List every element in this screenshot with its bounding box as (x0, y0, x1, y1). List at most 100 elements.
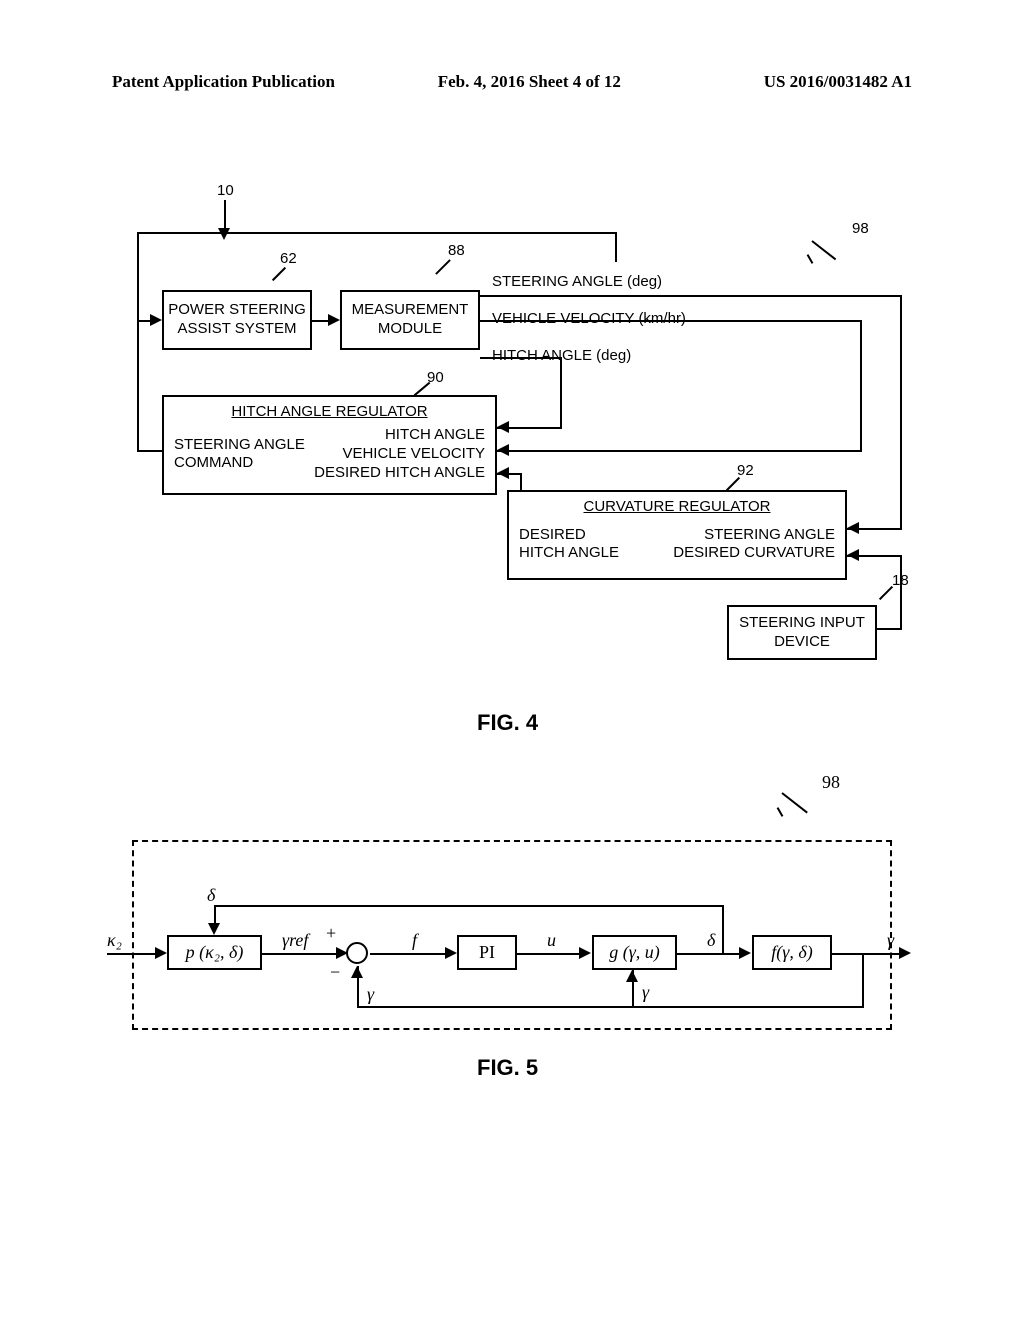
fig5-label-98: 98 (822, 772, 840, 793)
trunk-velocity (860, 320, 862, 452)
ps-line1: POWER STEERING (168, 301, 306, 320)
delta-right-v (722, 905, 724, 955)
delta-top-label: δ (207, 885, 215, 906)
ps-line2: ASSIST SYSTEM (178, 320, 297, 339)
pi-to-g (517, 953, 579, 955)
delta-top-v (214, 905, 216, 925)
curvature-regulator-box: CURVATURE REGULATOR DESIRED HITCH ANGLE … (507, 490, 847, 580)
sid-line1: STEERING INPUT (739, 614, 865, 633)
cmd-out-v (137, 232, 139, 452)
lead-92-line (726, 477, 740, 491)
hitch-reg-title: HITCH ANGLE REGULATOR (231, 403, 427, 420)
gammaref-label: γref (282, 930, 308, 951)
fig5-caption: FIG. 5 (477, 1055, 538, 1081)
cmd-out-h (137, 450, 162, 452)
cmd-into-ps-arrow (150, 314, 162, 326)
figure-5: 98 p (κ₂, δ) PI g (γ, u) f(γ, δ) κ₂ δ γr… (112, 780, 912, 1080)
u-label: u (547, 930, 556, 951)
minus-label: − (330, 962, 340, 983)
header-center: Feb. 4, 2016 Sheet 4 of 12 (438, 72, 621, 92)
p-to-sum (262, 953, 338, 955)
mm-line2: MODULE (378, 320, 442, 339)
g-to-f (677, 953, 740, 955)
k2-arrow (155, 947, 167, 959)
hitch-left-1: STEERING ANGLE (174, 436, 305, 455)
ps-to-mm-line (312, 320, 329, 322)
pi-to-g-arrow (579, 947, 591, 959)
gamma-fb-g-arrow (626, 970, 638, 982)
sid-line2: DEVICE (774, 633, 830, 652)
gamma-fb-h (357, 1006, 864, 1008)
hitch-angle-regulator-box: HITCH ANGLE REGULATOR STEERING ANGLE COM… (162, 395, 497, 495)
pi-controller-box: PI (457, 935, 517, 970)
f-function-box: f(γ, δ) (752, 935, 832, 970)
curv-title: CURVATURE REGULATOR (584, 498, 771, 515)
curv-left-2: HITCH ANGLE (519, 544, 619, 563)
fig4-caption: FIG. 4 (477, 710, 538, 736)
delta-top-h (214, 905, 724, 907)
f-label: f(γ, δ) (771, 942, 812, 963)
gamma-fb-sum-arrow (351, 966, 363, 978)
label-98: 98 (852, 220, 869, 237)
mm-out-1 (480, 295, 902, 297)
delta-mid-label: δ (707, 930, 715, 951)
gamma-fb-g-label: γ (642, 982, 649, 1003)
mm-out-2 (480, 320, 862, 322)
lead-88-line (435, 259, 451, 275)
sid-out (877, 628, 902, 630)
fig5-lead-98 (781, 792, 807, 813)
p-function-box: p (κ₂, δ) (167, 935, 262, 970)
lead-98-tick (807, 254, 814, 264)
curv-left-1: DESIRED (519, 526, 619, 545)
hitch-right-2: VEHICLE VELOCITY (314, 445, 485, 464)
g-function-box: g (γ, u) (592, 935, 677, 970)
g-label: g (γ, u) (609, 942, 660, 963)
fig5-lead-98-tick (777, 807, 784, 817)
curv-in-desired-arrow (847, 549, 859, 561)
summing-junction (346, 942, 368, 964)
trunk-hitch (560, 357, 562, 427)
label-88: 88 (448, 242, 465, 259)
hitch-in-3-arrow (497, 467, 509, 479)
delta-top-arrow (208, 923, 220, 935)
sum-to-pi (370, 953, 446, 955)
meas-out-steering: STEERING ANGLE (deg) (492, 273, 662, 290)
cmd-into-ps (137, 320, 151, 322)
sid-out-v (900, 605, 902, 630)
lead-98-line (811, 240, 836, 260)
k2-line (107, 953, 157, 955)
label-10: 10 (217, 182, 234, 199)
plus-label: + (326, 923, 336, 944)
hitch-left-2: COMMAND (174, 454, 305, 473)
measurement-module-box: MEASUREMENT MODULE (340, 290, 480, 350)
cmd-out-top (137, 232, 617, 234)
trunk-steering (900, 295, 902, 530)
curv-right-2: DESIRED CURVATURE (673, 544, 835, 563)
gamma-fb-sum-label: γ (367, 984, 374, 1005)
g-to-f-arrow (739, 947, 751, 959)
label-62: 62 (280, 250, 297, 267)
k2-label: κ₂ (107, 930, 122, 951)
label-18: 18 (892, 572, 909, 589)
meas-out-velocity: VEHICLE VELOCITY (km/hr) (492, 310, 686, 327)
curv-right-1: STEERING ANGLE (673, 526, 835, 545)
header-right: US 2016/0031482 A1 (764, 72, 912, 92)
patent-page-header: Patent Application Publication Feb. 4, 2… (112, 72, 912, 92)
gamma-out-label: γ (887, 930, 894, 951)
mm-out-3 (480, 357, 562, 359)
gamma-fb-v1 (862, 953, 864, 1008)
p-label: p (κ₂, δ) (186, 942, 244, 963)
mm-line1: MEASUREMENT (352, 301, 469, 320)
power-steering-box: POWER STEERING ASSIST SYSTEM (162, 290, 312, 350)
lead-18-line (879, 586, 893, 600)
hitch-in-1-arrow (497, 421, 509, 433)
f-arrow-label: f (412, 930, 417, 951)
figure-4: 98 10 POWER STEERING ASSIST SYSTEM 62 ME… (112, 150, 912, 690)
sum-to-pi-arrow (445, 947, 457, 959)
label-92: 92 (737, 462, 754, 479)
hitch-in-2-arrow (497, 444, 509, 456)
hitch-right-3: DESIRED HITCH ANGLE (314, 464, 485, 483)
lead-10-line (224, 200, 226, 230)
header-left: Patent Application Publication (112, 72, 335, 92)
f-out (832, 953, 900, 955)
